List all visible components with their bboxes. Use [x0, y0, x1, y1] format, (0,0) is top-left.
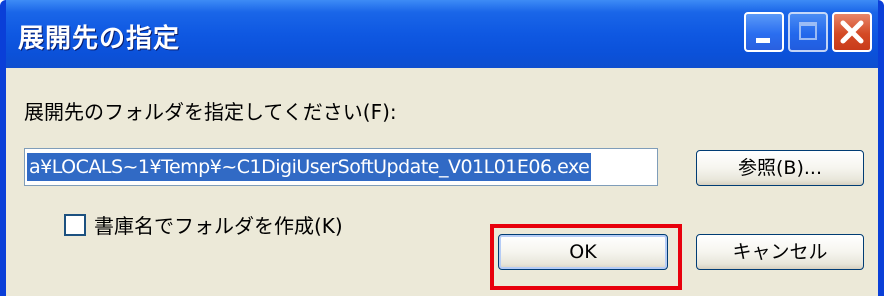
ok-button[interactable]: OK: [498, 234, 668, 270]
dialog-body: 展開先のフォルダを指定してください(F): a¥LOCALS~1¥Temp¥~C…: [6, 68, 878, 296]
destination-path-input[interactable]: a¥LOCALS~1¥Temp¥~C1DigiUserSoftUpdate_V0…: [24, 148, 658, 186]
close-icon: [840, 20, 864, 44]
create-folder-label: 書庫名でフォルダを作成(K): [94, 214, 343, 238]
create-folder-checkbox[interactable]: [64, 214, 86, 236]
window-title: 展開先の指定: [18, 24, 181, 54]
cancel-button[interactable]: キャンセル: [696, 234, 864, 270]
close-button[interactable]: [832, 12, 872, 52]
title-bar[interactable]: 展開先の指定: [6, 0, 878, 68]
maximize-icon: [799, 22, 817, 40]
extract-destination-dialog: 展開先の指定 展開先のフォルダを指定してください(F): a¥LOCALS~1¥…: [0, 0, 884, 296]
minimize-button[interactable]: [744, 12, 784, 52]
browse-button[interactable]: 参照(B)...: [696, 150, 864, 186]
maximize-button: [788, 12, 828, 52]
destination-path-value: a¥LOCALS~1¥Temp¥~C1DigiUserSoftUpdate_V0…: [27, 153, 592, 181]
destination-folder-label: 展開先のフォルダを指定してください(F):: [24, 100, 397, 124]
minimize-icon: [756, 38, 770, 43]
